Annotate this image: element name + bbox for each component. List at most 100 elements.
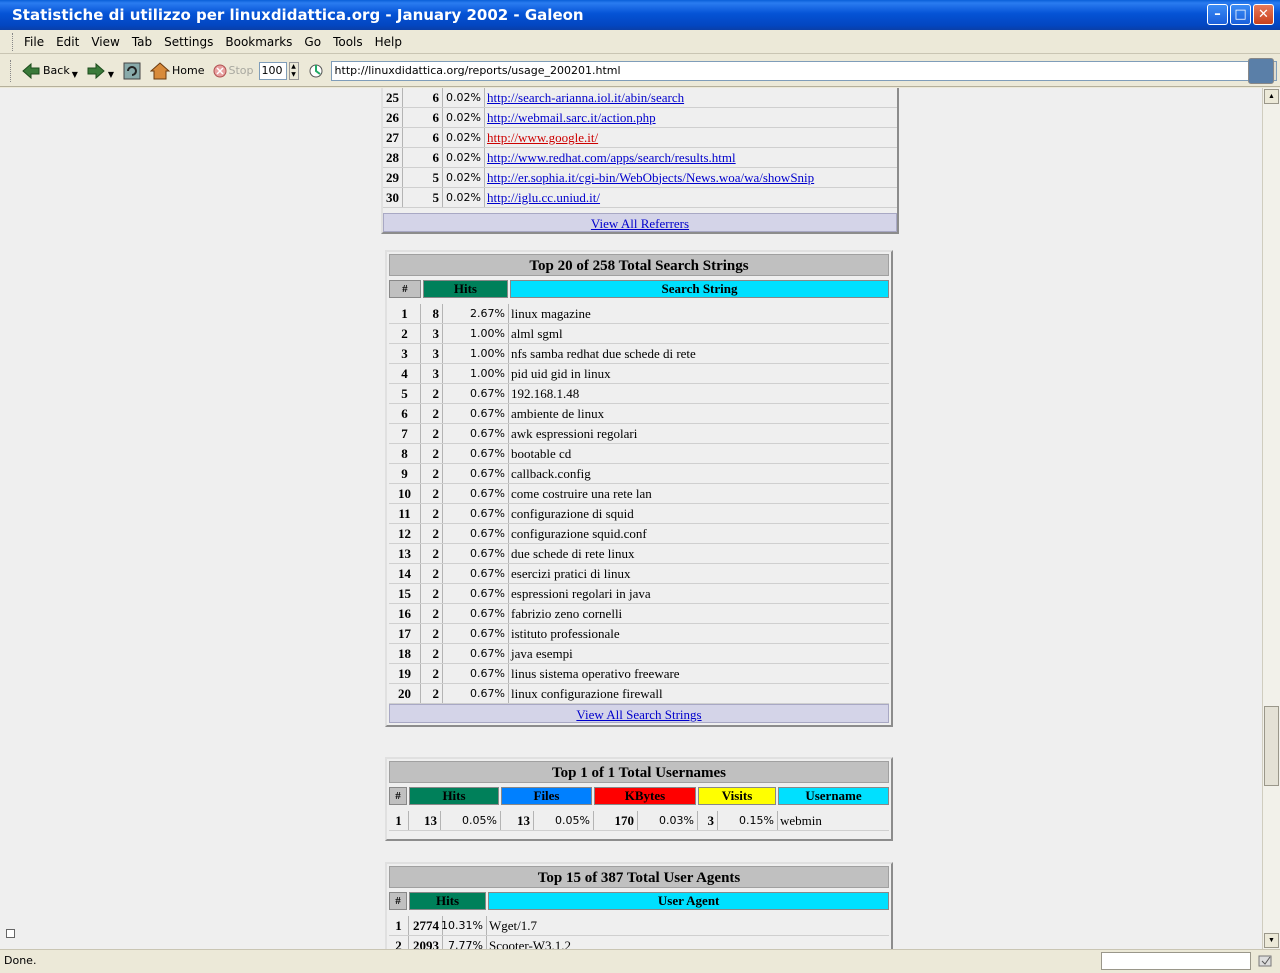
col-kbytes: KBytes [594, 787, 696, 805]
row-referrer: http://iglu.cc.uniud.it/ [485, 188, 897, 207]
row-search-string: linux magazine [511, 305, 591, 321]
scroll-up-icon[interactable]: ▲ [1264, 89, 1279, 104]
menubar-grip [12, 32, 16, 51]
zoom-stepper[interactable]: ▲ ▼ [288, 61, 299, 80]
forward-dropdown-icon[interactable]: ▼ [108, 70, 114, 79]
row-percent: 0.67% [443, 584, 509, 603]
close-icon[interactable]: ✕ [1253, 4, 1274, 25]
row-percent: 2.67% [443, 304, 509, 323]
throbber-icon [1248, 58, 1274, 84]
table-row: 1 13 0.05% 13 0.05% 170 0.03% 3 0.15% we… [389, 811, 889, 831]
zoom-input[interactable]: 100 [258, 61, 287, 80]
table-row: 16 2 0.67% fabrizio zeno cornelli [389, 604, 889, 624]
referrer-link[interactable]: http://www.redhat.com/apps/search/result… [487, 150, 736, 166]
view-all-search-strings-link[interactable]: View All Search Strings [576, 707, 701, 722]
row-rank: 16 [389, 604, 421, 623]
row-search-string: ambiente de linux [511, 405, 605, 421]
forward-button[interactable]: ▼ [83, 62, 117, 80]
row-hits: 2 [421, 684, 443, 703]
usernames-title: Top 1 of 1 Total Usernames [389, 761, 889, 783]
navigation-toolbar: Back ▼ ▼ Home Stop 100 ▲ ▼ http://linuxdi… [0, 55, 1280, 87]
row-rank: 2 [389, 324, 421, 343]
stop-button[interactable]: Stop [210, 64, 257, 78]
url-input[interactable]: http://linuxdidattica.org/reports/usage_… [330, 60, 1259, 81]
back-dropdown-icon[interactable]: ▼ [72, 70, 78, 79]
table-row: 27 6 0.02% http://www.google.it/ [383, 128, 897, 148]
row-hits: 6 [403, 88, 443, 107]
row-hits: 2 [421, 444, 443, 463]
row-percent: 0.02% [443, 128, 485, 147]
col-files: Files [501, 787, 592, 805]
col-hits: Hits [408, 892, 487, 910]
home-icon [150, 61, 171, 79]
row-percent: 0.67% [443, 444, 509, 463]
view-all-search-strings: View All Search Strings [389, 704, 889, 723]
menu-tools[interactable]: Tools [329, 35, 371, 49]
row-percent: 0.67% [443, 564, 509, 583]
referrer-link[interactable]: http://webmail.sarc.it/action.php [487, 110, 656, 126]
table-row: 26 6 0.02% http://webmail.sarc.it/action.ph… [383, 108, 897, 128]
zoom-up-icon[interactable]: ▲ [290, 63, 298, 71]
row-percent: 0.02% [443, 88, 485, 107]
menu-help[interactable]: Help [371, 35, 410, 49]
col-hash: # [389, 892, 407, 910]
user-agents-header: # Hits User Agent [389, 892, 890, 910]
row-search-string: due schede di rete linux [511, 545, 635, 561]
minimize-icon[interactable]: – [1207, 4, 1228, 25]
user-agents-title: Top 15 of 387 Total User Agents [389, 866, 889, 888]
table-row: 2 2093 7.77% Scooter-W3.1.2 [389, 936, 889, 949]
vertical-scrollbar[interactable]: ▲ ▼ [1262, 88, 1280, 949]
menu-view[interactable]: View [87, 35, 127, 49]
back-button[interactable]: Back ▼ [18, 62, 81, 80]
row-search-string: java esempi [511, 645, 573, 661]
menu-go[interactable]: Go [300, 35, 329, 49]
row-search-string: configurazione di squid [511, 505, 634, 521]
menu-bookmarks[interactable]: Bookmarks [221, 35, 300, 49]
view-all-referrers: View All Referrers [383, 213, 897, 232]
menu-settings[interactable]: Settings [160, 35, 221, 49]
row-search-string: 192.168.1.48 [511, 385, 580, 401]
row-percent: 0.67% [443, 504, 509, 523]
menu-edit[interactable]: Edit [52, 35, 87, 49]
row-hits: 2 [421, 524, 443, 543]
table-row: 10 2 0.67% come costruire una rete lan [389, 484, 889, 504]
user-agents-panel: Top 15 of 387 Total User Agents # Hits U… [385, 862, 893, 949]
row-hits: 2774 [409, 916, 443, 935]
col-username: Username [778, 787, 889, 805]
site-identity-icon[interactable] [307, 62, 325, 80]
view-all-referrers-link[interactable]: View All Referrers [591, 216, 689, 231]
maximize-icon[interactable]: □ [1230, 4, 1251, 25]
row-percent: 10.31% [441, 916, 487, 935]
menu-file[interactable]: File [20, 35, 52, 49]
search-strings-rows: 1 8 2.67% linux magazine 2 3 1.00% alml sgml 3 3 1… [389, 304, 889, 704]
zoom-down-icon[interactable]: ▼ [290, 71, 298, 79]
row-search-string: configurazione squid.conf [511, 525, 647, 541]
referrer-link[interactable]: http://er.sophia.it/cgi-bin/WebObjects/N… [487, 170, 814, 186]
home-button[interactable]: Home [147, 61, 207, 80]
page-viewport[interactable]: 25 6 0.02% http://search-arianna.iol.it/abi… [0, 88, 1262, 949]
frame-checkbox[interactable] [6, 929, 15, 938]
row-rank: 6 [389, 404, 421, 423]
referrer-link[interactable]: http://www.google.it/ [487, 130, 598, 146]
row-search-string: pid uid gid in linux [511, 365, 611, 381]
scroll-down-icon[interactable]: ▼ [1264, 933, 1279, 948]
reload-button[interactable] [119, 61, 145, 81]
col-hits: Hits [409, 787, 499, 805]
row-rank: 1 [389, 916, 409, 935]
scroll-thumb[interactable] [1264, 706, 1279, 786]
row-rank: 18 [389, 644, 421, 663]
table-row: 12 2 0.67% configurazione squid.conf [389, 524, 889, 544]
row-percent: 0.67% [443, 664, 509, 683]
referrer-link[interactable]: http://search-arianna.iol.it/abin/search [487, 90, 684, 106]
row-search-string: linus sistema operativo freeware [511, 665, 680, 681]
referrer-link[interactable]: http://iglu.cc.uniud.it/ [487, 190, 600, 206]
row-rank: 11 [389, 504, 421, 523]
row-search-string: awk espressioni regolari [511, 425, 638, 441]
status-bar: Done. [0, 949, 1280, 973]
row-rank: 19 [389, 664, 421, 683]
row-percent: 0.02% [443, 188, 485, 207]
row-rank: 9 [389, 464, 421, 483]
row-percent: 0.67% [443, 424, 509, 443]
menu-tab[interactable]: Tab [128, 35, 160, 49]
row-rank: 17 [389, 624, 421, 643]
